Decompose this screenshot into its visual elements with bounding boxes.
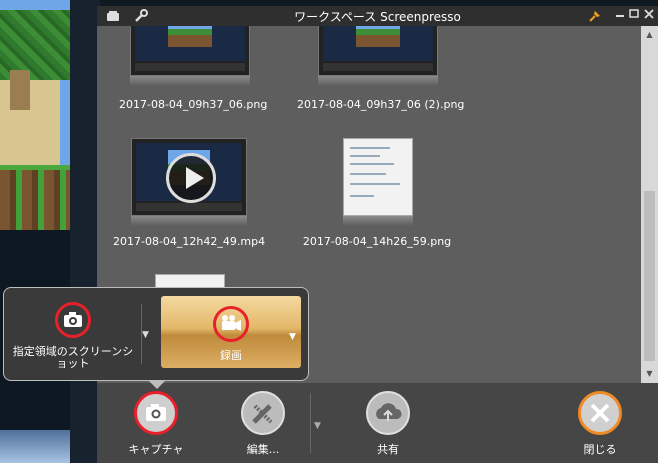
title-bar[interactable]: ワークスペース Screenpresso: [97, 6, 658, 26]
chevron-down-icon[interactable]: ▼: [142, 330, 149, 340]
edit-label: 編集...: [246, 443, 280, 456]
capture-label: キャプチャ: [128, 443, 184, 456]
camera-icon: [55, 302, 91, 338]
record-video-option[interactable]: 録画 ▼: [161, 296, 301, 368]
file-name[interactable]: 2017-08-04_12h42_49.mp4: [113, 235, 265, 248]
chevron-down-icon[interactable]: ▼: [314, 421, 321, 431]
file-name[interactable]: 2017-08-04_14h26_59.png: [302, 235, 452, 248]
edit-button[interactable]: 編集...: [228, 391, 298, 457]
close-button[interactable]: 閉じる: [565, 391, 635, 457]
pencil-ruler-icon: [241, 391, 285, 435]
close-label: 閉じる: [583, 443, 617, 456]
vertical-scrollbar[interactable]: ▲ ▼: [641, 26, 658, 383]
share-button[interactable]: 共有: [353, 391, 423, 457]
close-icon: [578, 391, 622, 435]
video-thumbnail[interactable]: [131, 138, 247, 216]
file-thumbnail[interactable]: [130, 26, 250, 76]
screenpresso-workspace-window: ワークスペース Screenpresso 2017-08-04_09h37_06…: [97, 6, 658, 463]
video-camera-icon: [213, 306, 249, 342]
cloud-upload-icon: [366, 391, 410, 435]
window-title: ワークスペース Screenpresso: [294, 10, 461, 24]
minimize-button[interactable]: [613, 9, 627, 23]
scroll-up-icon[interactable]: ▲: [641, 28, 658, 42]
pin-icon[interactable]: [587, 8, 603, 24]
scroll-thumb[interactable]: [644, 191, 655, 361]
popup-pointer: [148, 380, 166, 389]
file-name[interactable]: 2017-08-04_09h37_06.png: [119, 98, 267, 111]
bottom-toolbar: キャプチャ 編集... ▼ 共有 閉じる: [97, 383, 658, 463]
camera-icon: [134, 391, 178, 435]
file-thumbnail[interactable]: [318, 26, 438, 76]
scroll-down-icon[interactable]: ▼: [641, 367, 658, 381]
file-name[interactable]: 2017-08-04_09h37_06 (2).png: [297, 98, 464, 111]
record-label: 録画: [220, 349, 242, 362]
play-icon[interactable]: [166, 153, 216, 203]
region-screenshot-label: 指定領域のスクリーンショット: [12, 345, 134, 370]
share-label: 共有: [377, 443, 399, 456]
chevron-down-icon[interactable]: ▼: [289, 332, 296, 342]
region-screenshot-option[interactable]: 指定領域のスクリーンショット: [8, 296, 138, 372]
maximize-button[interactable]: [627, 9, 641, 23]
close-window-button[interactable]: [642, 9, 656, 23]
capture-button[interactable]: キャプチャ: [121, 391, 191, 457]
file-thumbnail[interactable]: [343, 138, 413, 216]
capture-mode-popup: 指定領域のスクリーンショット ▼ 録画 ▼: [3, 287, 309, 381]
